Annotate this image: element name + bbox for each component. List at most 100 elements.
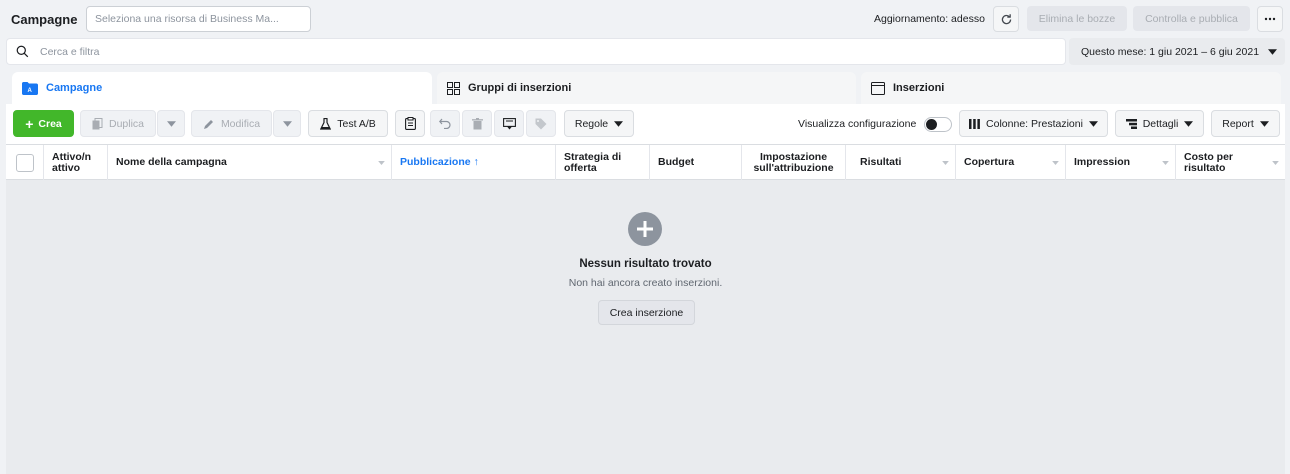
column-header-label: Impression	[1074, 156, 1131, 168]
empty-state-subtitle: Non hai ancora creato inserzioni.	[568, 277, 723, 289]
pencil-icon	[203, 118, 215, 130]
column-header-reach[interactable]: Copertura	[956, 145, 1066, 180]
view-config-toggle[interactable]	[924, 117, 952, 132]
column-header-attribution[interactable]: Impostazione sull'attribuzione	[742, 145, 846, 180]
tab-campaigns[interactable]: A Campagne	[12, 72, 432, 104]
clipboard-icon	[404, 117, 416, 130]
column-header-label: Risultati	[860, 156, 902, 168]
duplicate-dropdown-button[interactable]	[157, 110, 185, 137]
rules-label: Regole	[574, 117, 609, 130]
delete-drafts-button[interactable]: Elimina le bozze	[1027, 6, 1127, 31]
column-header-label: Nome della campagna	[116, 156, 227, 168]
top-bar: Campagne Aggiornamento: adesso Elimina l…	[0, 0, 1290, 38]
date-range-label: Questo mese: 1 giu 2021 – 6 giu 2021	[1081, 45, 1260, 58]
tab-campaigns-label: Campagne	[46, 82, 103, 94]
column-header-bid-strategy[interactable]: Strategia di offerta	[556, 145, 650, 180]
chevron-down-icon	[166, 120, 176, 127]
select-all-cell	[6, 145, 44, 180]
column-header-label: Budget	[658, 156, 695, 168]
folder-icon: A	[22, 81, 38, 95]
view-config-label: Visualizza configurazione	[798, 118, 917, 130]
chevron-down-icon	[1268, 49, 1277, 55]
undo-button[interactable]	[430, 110, 460, 137]
tab-ads-label: Inserzioni	[893, 82, 945, 94]
column-header-campaign-name[interactable]: Nome della campagna	[108, 145, 392, 180]
edit-button[interactable]: Modifica	[191, 110, 272, 137]
column-header-delivery[interactable]: Pubblicazione ↑	[392, 145, 556, 180]
sort-icon	[942, 161, 949, 165]
columns-button[interactable]: Colonne: Prestazioni	[959, 110, 1108, 137]
column-header-label: Strategia di offerta	[564, 150, 622, 174]
tag-button[interactable]	[526, 110, 556, 137]
tab-ad-sets[interactable]: Gruppi di inserzioni	[437, 72, 856, 104]
ellipsis-icon	[1264, 17, 1276, 21]
duplicate-button[interactable]: Duplica	[80, 110, 156, 137]
ab-test-button[interactable]: Test A/B	[308, 110, 388, 137]
edit-label: Modifica	[220, 117, 261, 130]
details-label: Dettagli	[1142, 117, 1179, 130]
search-input[interactable]	[40, 43, 740, 61]
svg-text:A: A	[28, 88, 33, 94]
rules-button[interactable]: Regole	[564, 110, 634, 137]
sort-icon	[1272, 161, 1279, 165]
columns-label: Colonne: Prestazioni	[986, 117, 1083, 130]
create-label: Crea	[38, 117, 62, 130]
table-header: Attivo/n attivo Nome della campagna Pubb…	[6, 144, 1285, 180]
plus-icon: +	[25, 115, 34, 132]
select-all-checkbox[interactable]	[15, 153, 34, 172]
refresh-button[interactable]	[993, 6, 1019, 32]
sort-icon	[1162, 161, 1169, 165]
report-button[interactable]: Report	[1211, 110, 1280, 137]
undo-icon	[439, 118, 451, 129]
empty-state-title: Nessun risultato trovato	[579, 258, 712, 270]
create-ad-button[interactable]: Crea inserzione	[598, 300, 695, 325]
tab-ad-sets-label: Gruppi di inserzioni	[468, 82, 572, 94]
tab-ads[interactable]: Inserzioni	[861, 72, 1281, 104]
duplicate-icon	[92, 117, 103, 130]
ab-test-label: Test A/B	[337, 117, 376, 130]
delete-button[interactable]	[462, 110, 492, 137]
columns-icon	[969, 118, 980, 129]
preview-button[interactable]	[494, 110, 524, 137]
chevron-down-icon	[1184, 120, 1194, 127]
flask-icon	[320, 117, 332, 130]
report-label: Report	[1222, 117, 1254, 130]
sort-icon	[1052, 161, 1059, 165]
tag-icon	[535, 118, 547, 129]
column-header-budget[interactable]: Budget	[650, 145, 742, 180]
chevron-down-icon	[282, 120, 292, 127]
campaigns-panel: + Crea Duplica Modifica Test A/B Regole …	[6, 104, 1285, 474]
breakdown-icon	[1125, 118, 1137, 129]
column-header-label: Attivo/n attivo	[52, 150, 92, 174]
create-button[interactable]: + Crea	[13, 110, 74, 137]
column-header-label: Copertura	[964, 156, 1015, 168]
toolbar: + Crea Duplica Modifica Test A/B Regole …	[6, 104, 1285, 144]
more-options-button[interactable]	[1257, 6, 1283, 32]
trash-icon	[471, 117, 483, 129]
chevron-down-icon	[614, 120, 624, 127]
column-header-cost-per-result[interactable]: Costo per risultato	[1176, 145, 1285, 180]
edit-dropdown-button[interactable]	[273, 110, 301, 137]
business-resource-selector[interactable]	[86, 6, 311, 32]
column-header-label: Impostazione sull'attribuzione	[753, 150, 834, 174]
clipboard-button[interactable]	[395, 110, 425, 137]
search-filter-bar[interactable]	[6, 38, 1066, 65]
chevron-down-icon	[1088, 120, 1098, 127]
add-circle-icon	[628, 212, 662, 246]
update-status: Aggiornamento: adesso	[874, 13, 985, 25]
details-button[interactable]: Dettagli	[1115, 110, 1204, 137]
review-publish-button[interactable]: Controlla e pubblica	[1133, 6, 1250, 31]
ad-icon	[871, 81, 885, 95]
column-header-status[interactable]: Attivo/n attivo	[44, 145, 108, 180]
column-header-label: Costo per risultato	[1184, 150, 1234, 174]
date-range-picker[interactable]: Questo mese: 1 giu 2021 – 6 giu 2021	[1069, 38, 1285, 65]
preview-icon	[502, 117, 516, 129]
grid-icon	[447, 81, 460, 95]
column-header-results[interactable]: Risultati	[846, 145, 956, 180]
page-title: Campagne	[11, 12, 78, 27]
empty-state: Nessun risultato trovato Non hai ancora …	[6, 180, 1285, 474]
search-icon	[16, 45, 29, 58]
column-header-impressions[interactable]: Impression	[1066, 145, 1176, 180]
sort-icon	[378, 161, 385, 165]
refresh-icon	[1001, 13, 1011, 24]
